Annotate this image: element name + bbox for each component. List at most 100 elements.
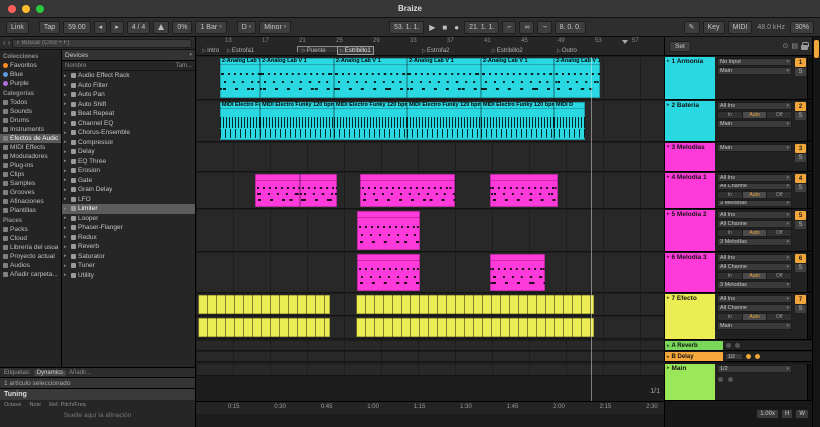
minimize-window-button[interactable] [22, 5, 30, 13]
solo-button[interactable]: S [795, 68, 806, 76]
monitor-in[interactable]: In [718, 112, 743, 118]
device-item[interactable]: ▸ Limiter [62, 204, 195, 214]
io-dropdown[interactable]: All Ins ▾ [717, 174, 792, 182]
device-item[interactable]: ▸ Auto Shift [62, 100, 195, 110]
solo-button[interactable]: S [795, 221, 806, 229]
track-header[interactable]: ▸ 2 Batería All Ins ▾ In Auto Off Main ▾ 2 S [665, 101, 812, 142]
volume-knob[interactable] [727, 376, 734, 383]
expand-icon[interactable]: ▸ [64, 149, 69, 155]
tag-chip[interactable]: Dynamics [33, 369, 67, 376]
devices-dropdown[interactable]: Devices ▾ [62, 50, 195, 61]
clip[interactable]: 2-Analog Lab V 1 [219, 58, 261, 98]
io-dropdown[interactable]: All Channe ▾ [717, 182, 792, 190]
expand-icon[interactable]: ▸ [64, 168, 69, 174]
key-map-button[interactable]: Key [702, 20, 725, 34]
vertical-scrollbar[interactable] [812, 37, 820, 427]
expand-icon[interactable]: ▸ [64, 101, 69, 107]
monitor-auto[interactable]: Auto [742, 112, 768, 118]
punch-in-button[interactable]: ⌐ [502, 20, 517, 34]
category-item[interactable]: Afinaciones [0, 197, 61, 206]
io-dropdown[interactable]: All Ins ▾ [717, 254, 792, 262]
scroll-handle[interactable] [814, 40, 819, 58]
send-knob[interactable] [725, 342, 732, 349]
io-dropdown[interactable]: Main ▾ [717, 322, 792, 330]
category-item[interactable]: MIDI Effects [0, 143, 61, 152]
device-item[interactable]: ▸ Erosion [62, 166, 195, 176]
io-dropdown[interactable]: 3 Melodías ▾ [717, 238, 792, 246]
link-button[interactable]: Link [6, 20, 29, 34]
collection-item[interactable]: Purple [0, 79, 61, 88]
clip[interactable] [356, 211, 421, 250]
track-header[interactable]: ▸ Main 1/2 ▾ [665, 364, 812, 401]
io-dropdown[interactable]: All Ins ▾ [717, 102, 792, 110]
expand-icon[interactable]: ▸ [64, 73, 69, 79]
close-window-button[interactable] [8, 5, 16, 13]
unfold-icon[interactable]: ▸ [667, 174, 670, 180]
loop-start-field[interactable]: 21. 1. 1. [464, 20, 500, 34]
category-item[interactable]: Grooves [0, 188, 61, 197]
column-name[interactable]: Nombre [65, 63, 86, 69]
expand-icon[interactable]: ▸ [64, 187, 69, 193]
monitor-auto[interactable]: Auto [742, 192, 768, 198]
unfold-icon[interactable]: ▸ [667, 295, 670, 301]
clip[interactable] [356, 295, 595, 314]
track-lane[interactable] [196, 253, 664, 293]
midi-map-button[interactable]: MIDI [727, 20, 753, 34]
monitor-in[interactable]: In [718, 314, 743, 320]
nudge-down-button[interactable]: ◂ [93, 20, 108, 34]
expand-icon[interactable]: ▸ [64, 120, 69, 126]
quantization-menu[interactable]: 1 Bar ▾ [195, 20, 227, 34]
track-name[interactable]: ▸ 2 Batería [665, 101, 715, 141]
monitor-switch[interactable]: In Auto Off [717, 313, 792, 321]
clip[interactable] [197, 295, 330, 314]
device-item[interactable]: ▸ Utility [62, 271, 195, 281]
device-item[interactable]: ▸ Redux [62, 233, 195, 243]
monitor-in[interactable]: In [718, 273, 743, 279]
clip[interactable]: MIDI Electro Funky 120 bpm [219, 102, 261, 140]
draw-mode-button[interactable]: ✎ [683, 20, 700, 34]
monitor-switch[interactable]: In Auto Off [717, 191, 792, 199]
send-knob[interactable] [745, 353, 752, 360]
browser-forward-button[interactable]: › [8, 39, 11, 47]
io-dropdown[interactable]: All Channe ▾ [717, 220, 792, 228]
monitor-switch[interactable]: In Auto Off [717, 229, 792, 237]
track-header[interactable]: ▸ 1 Armonía No Input ▾ Main ▾ 1 S [665, 57, 812, 100]
track-activator[interactable]: 3 [795, 144, 806, 153]
device-item[interactable]: ▸ Auto Filter [62, 81, 195, 91]
device-item[interactable]: ▸ EQ Three [62, 157, 195, 167]
browser-back-button[interactable]: ‹ [3, 39, 6, 47]
monitor-switch[interactable]: In Auto Off [717, 111, 792, 119]
track-name[interactable]: ▸ 7 Efecto [665, 294, 715, 339]
solo-button[interactable]: S [795, 112, 806, 120]
zoom-level[interactable]: 1.00x [756, 409, 779, 419]
place-item[interactable]: Proyecto actual [0, 252, 61, 261]
track-name[interactable]: ▾ 3 Melodías [665, 143, 715, 171]
monitor-auto[interactable]: Auto [742, 230, 768, 236]
unfold-icon[interactable]: ▸ [667, 343, 670, 349]
zoom-window-button[interactable] [36, 5, 44, 13]
pan-knob[interactable] [717, 376, 724, 383]
tuning-title[interactable]: Tuning [0, 389, 195, 400]
io-dropdown[interactable]: All Channe ▾ [717, 304, 792, 312]
expand-icon[interactable]: ▸ [64, 82, 69, 88]
track-header[interactable]: ▸ 4 Melodía 1 All Ins ▾ All Channe ▾ In Auto Off… [665, 173, 812, 209]
clip[interactable]: MIDI Electro Funky 120 bpm [407, 102, 481, 140]
song-end-marker[interactable] [621, 40, 628, 44]
clip[interactable]: MIDI Electro Funky 120 bpm [481, 102, 554, 140]
clip[interactable]: MIDI Electro Funky 120 bpm [334, 102, 408, 140]
expand-icon[interactable]: ▸ [64, 215, 69, 221]
locator-estribillo1[interactable]: ▷ Estribillo1 [336, 46, 374, 55]
track-name[interactable]: ▸ Main [665, 364, 715, 400]
send-knob[interactable] [754, 353, 761, 360]
clip[interactable] [489, 254, 546, 291]
punch-out-button[interactable]: ¬ [537, 20, 552, 34]
loop-length-field[interactable]: 8. 0. 0. [554, 20, 586, 34]
swing-amount-field[interactable]: 0% [172, 20, 193, 34]
track-activator[interactable]: 4 [795, 174, 806, 183]
track-lane[interactable] [196, 341, 664, 351]
place-item[interactable]: Añadir carpeta... [0, 270, 61, 279]
expand-icon[interactable]: ▸ [64, 92, 69, 98]
track-header[interactable]: ▸ B Delay 1/2 [665, 352, 812, 362]
io-dropdown[interactable]: 1/2 ▾ [717, 365, 792, 373]
track-name[interactable]: ▸ 4 Melodía 1 [665, 173, 715, 208]
